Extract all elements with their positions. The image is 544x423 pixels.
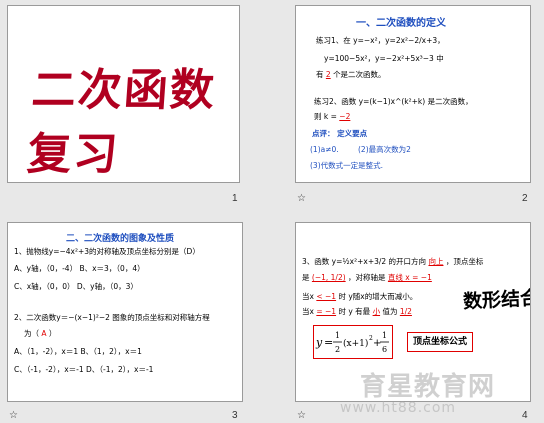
animation-star-icon-4[interactable]: ☆ [297, 410, 306, 421]
question-2-options-ab: A、（1，-2），x＝1 B、（1，2），x＝1 [14, 347, 142, 356]
question-3-line-2-mid: ，对称轴是 [348, 273, 386, 282]
question-2-line-2: 为（ A ） [24, 329, 56, 338]
question-3-line-2-pre: 是 [302, 273, 310, 282]
question-3-line-4-pre: 当x [302, 307, 314, 316]
question-3-line-3-post: 时 y随x的增大而减小。 [338, 292, 418, 301]
exercise-1-pre: 有 [316, 70, 324, 79]
question-1: 1、抛物线y=−4x²+3的对称轴及顶点坐标分别是（D） [14, 247, 200, 256]
slide-thumbnail-1[interactable]: 二次函数 复习 [7, 5, 240, 183]
svg-text:1: 1 [382, 331, 387, 340]
answer-vertex: (−1, 1/2) [311, 273, 346, 282]
question-3-line-1-post: ，顶点坐标 [445, 257, 484, 266]
vertex-formula-svg: y = 1 2 (x+1) 2 + 1 6 [315, 331, 389, 354]
svg-text:=: = [324, 336, 333, 349]
exercise-1-line-3: 有 2 个是二次函数。 [316, 70, 386, 79]
animation-star-icon-3[interactable]: ☆ [9, 410, 18, 421]
answer-x-range: < −1 [316, 292, 337, 301]
slide-2-heading: 一、二次函数的定义 [356, 18, 446, 29]
question-2-post: ） [48, 329, 57, 338]
answer-min-value: 1/2 [399, 307, 412, 316]
slide-number-3: 3 [232, 410, 238, 421]
svg-text:y: y [315, 336, 323, 349]
svg-text:(x+1): (x+1) [343, 338, 368, 349]
exercise-1-line-1: 练习1、在 y=−x²，y=2x²−2/x+3， [316, 36, 445, 45]
exercise-2-line-1: 练习2、函数 y=(k−1)x^(k²+k) 是二次函数， [314, 97, 473, 106]
watermark-main: 育星教育网 [360, 372, 496, 402]
question-1-options-cd: C、x轴，（0，0） D、y轴，（0，3） [14, 282, 138, 291]
slide-3-heading: 二、二次函数的图象及性质 [66, 234, 175, 244]
answer-opening-direction: 向上 [428, 257, 444, 266]
svg-text:2: 2 [335, 345, 340, 354]
comment-text: 定义要点 [337, 129, 368, 138]
question-1-options-ab: A、y轴，（0，-4） B、x＝3，（0，4） [14, 264, 145, 273]
question-3-line-4-post: 值为 [382, 307, 398, 316]
slide-thumbnail-3[interactable]: 二、二次函数的图象及性质 1、抛物线y=−4x²+3的对称轴及顶点坐标分别是（D… [7, 222, 243, 402]
question-2-pre: 为（ [24, 329, 39, 338]
exercise-2-answer: −2 [339, 112, 351, 121]
slide-1-title: 二次函数 复习 [25, 65, 218, 180]
vertex-formula-label: 顶点坐标公式 [407, 332, 473, 352]
comment: 点评： 定义要点 [312, 129, 367, 138]
answer-axis: 直线 x = −1 [387, 273, 432, 282]
question-2-options-cd: C、（-1，-2），x＝-1 D、（-1，2），x＝-1 [14, 365, 154, 374]
exercise-2-pre: 则 k = [314, 112, 337, 121]
watermark-url: www.ht88.com [340, 400, 457, 416]
answer-x-value: = −1 [316, 307, 337, 316]
question-3-line-1: 3、函数 y=½x²+x+3/2 的开口方向 向上 ，顶点坐标 [302, 257, 483, 266]
question-3-line-3: 当x < −1 时 y随x的增大而减小。 [302, 292, 417, 301]
question-3-line-4: 当x = −1 时 y 有最 小 值为 1/2 [302, 307, 412, 316]
exercise-1-line-2: y=100−5x²，y=−2x²+5x³−3 中 [324, 54, 444, 63]
answer-min: 小 [372, 307, 381, 316]
exercise-2-line-2: 则 k = −2 [314, 112, 350, 121]
definition-point-1: (1)a≠0. [310, 145, 339, 154]
animation-star-icon-2[interactable]: ☆ [297, 193, 306, 204]
slide-number-1: 1 [232, 193, 238, 204]
slide-number-4: 4 [522, 410, 528, 421]
svg-text:+: + [373, 338, 381, 349]
definition-point-2: (2)最高次数为2 [358, 145, 411, 154]
question-2-line-1: 2、二次函数y＝−(x−1)²−2 图象的顶点坐标和对称轴方程 [14, 313, 210, 322]
svg-text:6: 6 [382, 345, 387, 354]
question-3-line-1-pre: 3、函数 y=½x²+x+3/2 的开口方向 [302, 257, 427, 266]
question-2-answer: A [41, 329, 47, 338]
question-3-line-3-pre: 当x [302, 292, 314, 301]
slide-number-2: 2 [522, 193, 528, 204]
slide-thumbnail-2[interactable]: 一、二次函数的定义 练习1、在 y=−x²，y=2x²−2/x+3， y=100… [295, 5, 531, 183]
question-3-line-4-mid: 时 y 有最 [338, 307, 371, 316]
exercise-1-post: 个是二次函数。 [333, 70, 386, 79]
comment-label: 点评： [312, 129, 335, 138]
vertex-formula-box: y = 1 2 (x+1) 2 + 1 6 [313, 325, 393, 359]
side-note-shuxing-jiehe: 数形结合 [462, 287, 531, 313]
question-3-line-2: 是 (−1, 1/2) ，对称轴是 直线 x = −1 [302, 273, 432, 282]
exercise-1-answer: 2 [325, 70, 331, 79]
svg-text:1: 1 [335, 331, 340, 340]
definition-point-3: (3)代数式一定是整式. [310, 161, 384, 170]
